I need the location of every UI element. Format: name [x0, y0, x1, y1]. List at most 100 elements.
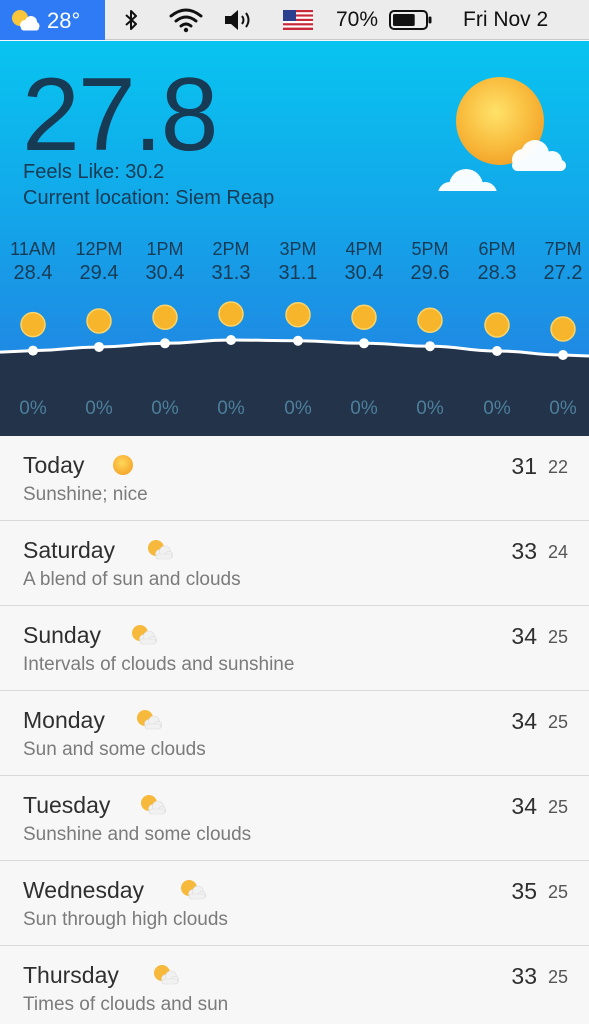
hour-item: 5PM 29.6	[397, 239, 463, 285]
hour-temp: 28.4	[13, 262, 53, 284]
hour-sun-icon	[285, 301, 311, 328]
battery-percent: 70%	[336, 8, 379, 31]
hour-precip: 0%	[284, 398, 312, 419]
day-description: Sun through high clouds	[23, 909, 228, 930]
partly-cloudy-icon	[136, 792, 167, 818]
partly-cloudy-icon	[149, 962, 180, 988]
day-high: 33	[511, 963, 537, 989]
hour-label: 1PM	[146, 239, 184, 259]
daily-forecast-list: Today Sunshine; nice 31 22 Saturday A bl…	[0, 436, 589, 1024]
day-high: 33	[511, 538, 537, 564]
day-low: 24	[547, 542, 568, 562]
hour-label: 12PM	[75, 239, 123, 259]
day-name: Wednesday	[23, 877, 145, 903]
hour-temp: 28.3	[477, 262, 517, 284]
hour-precip: 0%	[549, 398, 577, 419]
graph-area	[0, 340, 589, 436]
day-low: 25	[547, 967, 568, 987]
hour-sun-icon	[218, 301, 244, 327]
hour-temp-point	[160, 338, 170, 349]
day-high: 34	[511, 708, 537, 734]
day-high: 31	[511, 453, 537, 479]
day-row[interactable]: Monday Sun and some clouds 34 25	[0, 691, 589, 776]
hour-temp-point	[492, 345, 502, 356]
hour-temp-point	[226, 335, 236, 345]
day-high: 35	[511, 878, 537, 904]
hour-sun-icon	[152, 304, 178, 331]
sun-with-clouds-icon	[438, 77, 566, 191]
hour-item: 12PM 29.4	[66, 239, 132, 285]
partly-cloudy-icon	[127, 622, 158, 648]
day-low: 22	[547, 457, 568, 477]
hour-temp-point	[425, 341, 435, 352]
hourly-forecast: 11AM 28.4 12PM 29.4 1PM 30.4 2PM 31.3 3P…	[0, 239, 589, 289]
hour-label: 6PM	[478, 239, 516, 259]
day-row[interactable]: Today Sunshine; nice 31 22	[0, 436, 589, 521]
wifi-menu[interactable]	[166, 0, 206, 40]
sun-icon	[108, 452, 138, 478]
battery-menu[interactable]	[389, 0, 433, 40]
partly-cloudy-icon	[132, 707, 163, 733]
day-row[interactable]: Wednesday Sun through high clouds 35 25	[0, 861, 589, 946]
hour-sun-icon	[86, 308, 112, 334]
hour-precip: 0%	[85, 398, 113, 419]
hour-label: 2PM	[212, 239, 250, 259]
hour-sun-icon	[351, 304, 377, 331]
hour-precip: 0%	[350, 398, 378, 419]
hour-sun-icon	[417, 307, 443, 333]
hour-temp-point	[359, 338, 369, 349]
hour-temp-point	[28, 345, 38, 356]
clock-date[interactable]: Fri Nov 2	[463, 8, 548, 32]
bluetooth-icon	[125, 10, 137, 30]
hour-precip: 0%	[19, 398, 47, 419]
hour-temp: 30.4	[145, 262, 185, 284]
bluetooth-menu[interactable]	[118, 0, 144, 40]
input-source-menu[interactable]	[282, 0, 314, 40]
day-name: Today	[23, 452, 85, 478]
hour-label: 4PM	[345, 239, 383, 259]
day-description: Times of clouds and sun	[23, 994, 229, 1015]
day-low: 25	[547, 797, 568, 817]
hour-item: 1PM 30.4	[132, 239, 198, 285]
hour-precip: 0%	[483, 398, 511, 419]
menu-bar: 28° 70% Fri Nov 2	[0, 0, 589, 40]
current-conditions-panel: 27.8 Feels Like: 30.2 Current location: …	[0, 41, 589, 436]
hour-label: 5PM	[411, 239, 449, 259]
day-description: Sunshine; nice	[23, 484, 148, 505]
day-name: Tuesday	[23, 792, 111, 818]
day-name: Saturday	[23, 537, 116, 563]
current-location: Current location: Siem Reap	[23, 187, 275, 209]
volume-icon	[225, 10, 250, 30]
day-name: Sunday	[23, 622, 102, 648]
hour-temp: 30.4	[344, 262, 384, 284]
hour-precip: 0%	[416, 398, 444, 419]
day-row[interactable]: Saturday A blend of sun and clouds 33 24	[0, 521, 589, 606]
day-row[interactable]: Thursday Times of clouds and sun 33 25	[0, 946, 589, 1024]
wifi-icon	[169, 8, 203, 33]
hour-sun-icon	[484, 312, 510, 338]
hour-precip: 0%	[151, 398, 179, 419]
us-flag-icon	[283, 10, 313, 30]
hour-label: 7PM	[544, 239, 582, 259]
hour-sun-icon	[20, 311, 46, 338]
sun-behind-cloud-icon	[12, 10, 40, 31]
day-description: Sun and some clouds	[23, 739, 206, 760]
weather-menubar-item[interactable]: 28°	[0, 0, 105, 40]
day-row[interactable]: Tuesday Sunshine and some clouds 34 25	[0, 776, 589, 861]
day-high: 34	[511, 623, 537, 649]
hour-item: 3PM 31.1	[265, 239, 331, 285]
day-row[interactable]: Sunday Intervals of clouds and sunshine …	[0, 606, 589, 691]
hour-item: 4PM 30.4	[331, 239, 397, 285]
hour-item: 6PM 28.3	[464, 239, 530, 285]
volume-menu[interactable]	[222, 0, 258, 40]
day-high: 34	[511, 793, 537, 819]
hour-temp-point	[94, 341, 104, 352]
partly-cloudy-icon	[143, 537, 174, 563]
hour-sun-icon	[550, 316, 576, 342]
hour-temp-point	[558, 350, 568, 360]
menubar-temperature: 28°	[47, 8, 81, 33]
day-low: 25	[547, 712, 568, 732]
hour-item: 7PM 27.2	[530, 239, 589, 285]
hour-temp: 29.4	[79, 262, 119, 284]
day-name: Monday	[23, 707, 105, 733]
